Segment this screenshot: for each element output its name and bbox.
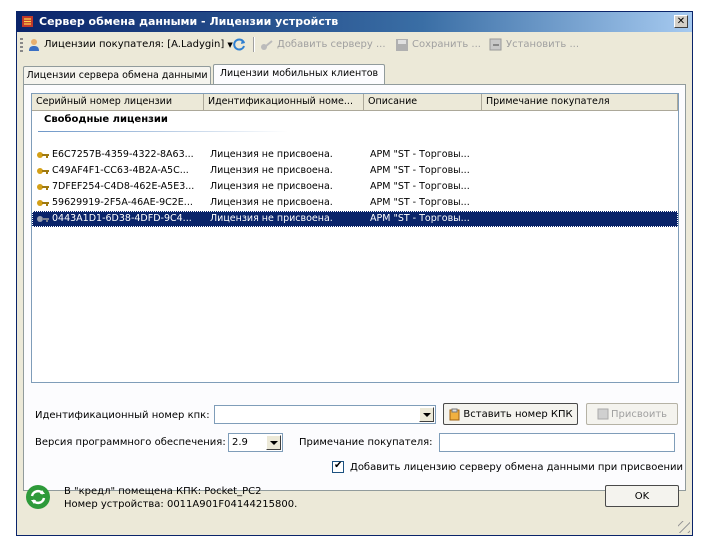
description-cell: АРМ "ST - Торговы...: [370, 149, 470, 160]
add-key-icon: [261, 39, 273, 50]
toolbar: Лицензии покупателя: [A.Ladygin] ▼ Добав…: [17, 32, 692, 57]
note-cell: [487, 211, 677, 227]
serial-cell: E6C7257B-4359-4322-8A63...: [52, 149, 194, 160]
clipboard-icon: [449, 408, 460, 420]
serial-cell: 0443A1D1-6D38-4DFD-9C4...: [52, 213, 192, 224]
key-icon: [37, 216, 49, 222]
title-bar: Сервер обмена данными - Лицензии устройс…: [17, 12, 692, 32]
serial-cell: 7DFEF254-C4D8-462E-A5E3...: [52, 181, 195, 192]
device-number-text: Номер устройства: 0011A901F04144215800.: [64, 499, 298, 510]
add-to-server-label: Добавить серверу ...: [277, 39, 386, 50]
customer-licenses-label: Лицензии покупателя: [A.Ladygin]: [44, 39, 225, 50]
assign-icon: [597, 408, 609, 420]
insert-kpk-label: Вставить номер КПК: [463, 408, 573, 420]
key-icon: [37, 184, 49, 190]
assign-label: Присвоить: [610, 408, 668, 420]
description-cell: АРМ "ST - Торговы...: [370, 213, 470, 224]
add-to-server-button[interactable]: Добавить серверу ...: [260, 36, 386, 53]
description-cell: АРМ "ST - Торговы...: [370, 181, 470, 192]
description-cell: АРМ "ST - Торговы...: [370, 197, 470, 208]
window-title: Сервер обмена данными - Лицензии устройс…: [39, 15, 339, 28]
resize-grip[interactable]: [678, 521, 690, 533]
install-icon: [489, 38, 502, 50]
id-cell: Лицензия не присвоена.: [210, 149, 333, 160]
add-license-checkbox[interactable]: [332, 460, 344, 473]
column-id[interactable]: Идентификационный номе...: [204, 94, 364, 110]
group-free-licenses: Свободные лицензии: [44, 114, 168, 125]
column-description[interactable]: Описание: [364, 94, 482, 110]
note-cell: [487, 195, 677, 211]
description-cell: АРМ "ST - Торговы...: [370, 165, 470, 176]
key-icon: [37, 200, 49, 206]
column-customer-note[interactable]: Примечание покупателя: [482, 94, 678, 110]
close-button[interactable]: ✕: [674, 15, 688, 28]
sync-status-icon: [26, 485, 50, 509]
chevron-down-icon[interactable]: [419, 407, 434, 422]
refresh-button[interactable]: [232, 36, 247, 53]
tab-mobile-licenses[interactable]: Лицензии мобильных клиентов: [213, 64, 385, 84]
license-dialog: Сервер обмена данными - Лицензии устройс…: [16, 11, 693, 536]
save-label: Сохранить ...: [412, 39, 481, 50]
list-item[interactable]: C49AF4F1-CC63-4B2A-A5C... Лицензия не пр…: [32, 163, 678, 179]
kpk-id-label: Идентификационный номер кпк:: [35, 410, 210, 421]
chevron-down-icon[interactable]: [266, 435, 281, 450]
group-divider: [38, 131, 288, 132]
tab-server-licenses[interactable]: Лицензии сервера обмена данными: [23, 66, 211, 84]
note-cell: [487, 147, 677, 163]
list-item[interactable]: 7DFEF254-C4D8-462E-A5E3... Лицензия не п…: [32, 179, 678, 195]
customer-note-input[interactable]: [439, 433, 675, 452]
cradle-status-text: В "кредл" помещена КПК: Pocket_PC2: [64, 486, 262, 497]
license-list[interactable]: Серийный номер лицензии Идентификационны…: [31, 93, 679, 383]
id-cell: Лицензия не присвоена.: [210, 197, 333, 208]
id-cell: Лицензия не присвоена.: [210, 213, 333, 224]
serial-cell: C49AF4F1-CC63-4B2A-A5C...: [52, 165, 189, 176]
save-button[interactable]: Сохранить ...: [395, 36, 481, 53]
assign-button[interactable]: Присвоить: [586, 403, 678, 425]
install-label: Установить ...: [506, 39, 580, 50]
serial-cell: 59629919-2F5A-46AE-9C2E...: [52, 197, 193, 208]
app-icon: [22, 16, 33, 27]
version-label: Версия программного обеспечения:: [35, 437, 226, 448]
key-icon: [37, 152, 49, 158]
ok-button[interactable]: OK: [605, 485, 679, 507]
note-cell: [487, 163, 677, 179]
add-license-checkbox-label[interactable]: Добавить лицензию серверу обмена данными…: [350, 462, 683, 473]
column-serial[interactable]: Серийный номер лицензии: [32, 94, 204, 110]
list-item[interactable]: E6C7257B-4359-4322-8A63... Лицензия не п…: [32, 147, 678, 163]
customer-licenses-dropdown[interactable]: Лицензии покупателя: [A.Ladygin] ▼: [27, 36, 233, 53]
note-cell: [487, 179, 677, 195]
install-button[interactable]: Установить ...: [489, 36, 579, 53]
user-icon: [29, 38, 39, 51]
toolbar-grip[interactable]: [20, 38, 23, 52]
insert-kpk-button[interactable]: Вставить номер КПК: [443, 403, 578, 425]
tab-panel: Серийный номер лицензии Идентификационны…: [23, 84, 686, 491]
version-value: 2.9: [232, 437, 248, 448]
id-cell: Лицензия не присвоена.: [210, 165, 333, 176]
list-item[interactable]: 59629919-2F5A-46AE-9C2E... Лицензия не п…: [32, 195, 678, 211]
key-icon: [37, 168, 49, 174]
refresh-icon: [233, 38, 245, 51]
customer-note-label: Примечание покупателя:: [299, 437, 433, 448]
list-item-selected[interactable]: 0443A1D1-6D38-4DFD-9C4... Лицензия не пр…: [32, 211, 678, 227]
id-cell: Лицензия не присвоена.: [210, 181, 333, 192]
save-icon: [396, 38, 408, 51]
toolbar-separator: [253, 37, 255, 52]
list-header: Серийный номер лицензии Идентификационны…: [32, 94, 678, 111]
version-combobox[interactable]: 2.9: [228, 433, 283, 452]
kpk-id-combobox[interactable]: [214, 405, 436, 424]
